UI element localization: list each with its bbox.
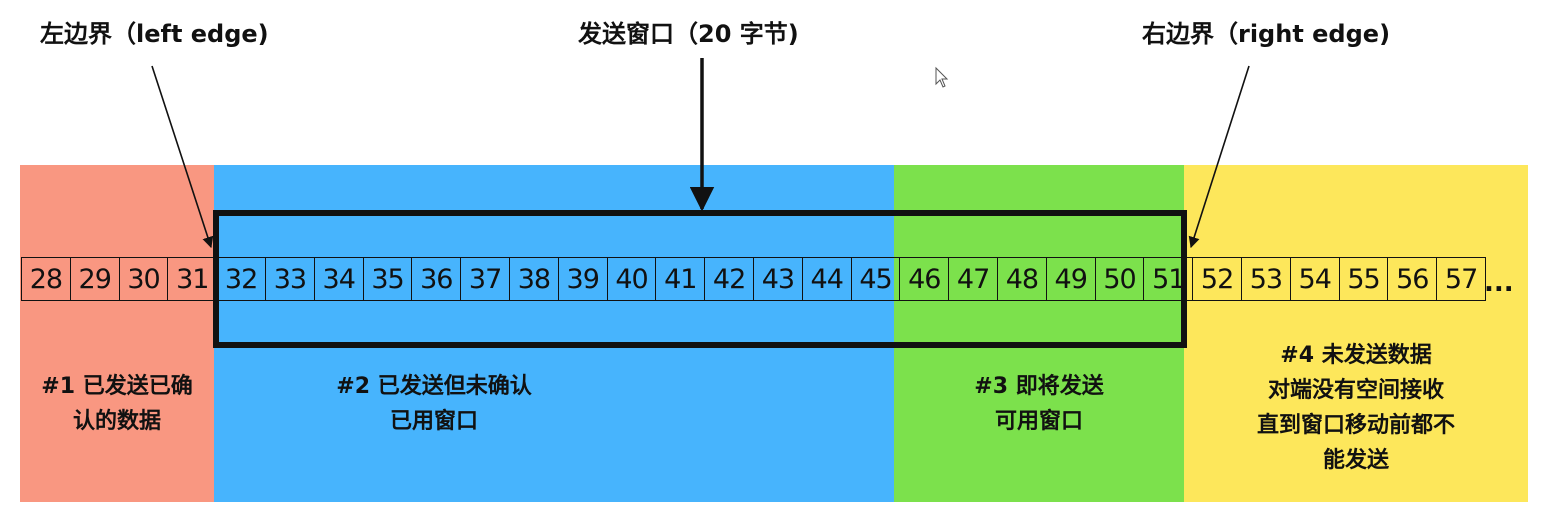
zone-label-acked: #1 已发送已确 认的数据 <box>20 369 214 439</box>
zone-label-line: 认的数据 <box>72 409 161 434</box>
left-edge-arrow <box>151 65 214 249</box>
zone-label-line: 可用窗口 <box>994 409 1083 434</box>
zone-label-line: 对端没有空间接收 <box>1267 378 1444 403</box>
zone-label-line: 已用窗口 <box>389 409 478 434</box>
zone-label-line: 能发送 <box>1322 448 1389 473</box>
mouse-cursor-icon <box>935 66 949 88</box>
zone-label-in-flight: #2 已发送但未确认 已用窗口 <box>294 369 574 439</box>
zone-label-line: #1 已发送已确 <box>41 374 193 399</box>
zone-label-usable: #3 即将发送 可用窗口 <box>894 369 1184 439</box>
right-edge-arrow <box>1188 65 1250 249</box>
zone-label-not-sendable: #4 未发送数据 对端没有空间接收 直到窗口移动前都不 能发送 <box>1184 338 1528 478</box>
sliding-window-diagram: 左边界（left edge) 发送窗口（20 字节) 右边界（right edg… <box>0 0 1557 519</box>
zone-label-line: #4 未发送数据 <box>1280 343 1432 368</box>
zone-label-line: #3 即将发送 <box>974 374 1104 399</box>
zone-label-line: 直到窗口移动前都不 <box>1256 413 1455 438</box>
zone-label-line: #2 已发送但未确认 <box>336 374 532 399</box>
